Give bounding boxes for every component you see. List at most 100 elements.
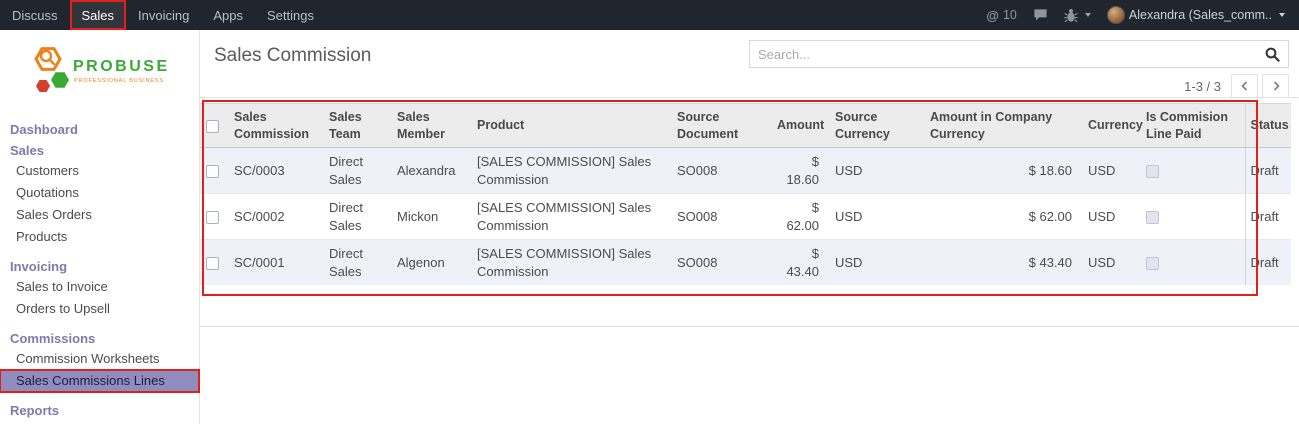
topbar-menu-sales[interactable]: Sales <box>70 0 127 30</box>
topbar-menu-invoicing[interactable]: Invoicing <box>126 0 201 30</box>
topbar: DiscussSalesInvoicingAppsSettings @ 10 <box>0 0 1299 30</box>
is-paid-checkbox[interactable] <box>1146 165 1159 178</box>
sidebar-heading-invoicing[interactable]: Invoicing <box>0 257 199 276</box>
bug-icon <box>1064 8 1078 23</box>
probuse-logo-graphic: PROBUSE PROFESSIONAL BUSINESS <box>26 42 186 100</box>
sidebar-heading-commissions[interactable]: Commissions <box>0 329 199 348</box>
row-select-checkbox[interactable] <box>206 211 219 224</box>
search-icon[interactable] <box>1265 47 1280 62</box>
page-body: PROBUSE PROFESSIONAL BUSINESS DashboardS… <box>0 30 1299 424</box>
sidebar-item-products[interactable]: Products <box>0 226 199 248</box>
col-header-sales-commission[interactable]: Sales Commission <box>226 104 321 148</box>
mention-count: 10 <box>1003 8 1017 22</box>
search-input[interactable] <box>758 47 1265 62</box>
select-all-cell <box>200 104 226 148</box>
is-paid-cell <box>1138 194 1245 240</box>
topbar-menu: DiscussSalesInvoicingAppsSettings <box>0 0 326 30</box>
user-menu[interactable]: Alexandra (Sales_comm.. <box>1107 6 1285 24</box>
topbar-menu-settings[interactable]: Settings <box>255 0 326 30</box>
pager-previous-button[interactable] <box>1231 74 1258 98</box>
cell-product: [SALES COMMISSION] Sales Commission <box>469 240 669 286</box>
cell-source-document: SO008 <box>669 240 769 286</box>
cell-sales-member: Mickon <box>389 194 469 240</box>
logo-title: PROBUSE <box>73 58 170 75</box>
cell-amount: $ 43.40 <box>769 240 827 286</box>
chevron-right-icon <box>1270 80 1282 92</box>
sidebar-nav: DashboardSalesCustomersQuotationsSales O… <box>0 120 199 424</box>
sidebar: PROBUSE PROFESSIONAL BUSINESS Dashboard S… <box>0 30 200 424</box>
avatar <box>1107 6 1125 24</box>
main-content: Sales Commission 1-3 / 3 <box>200 30 1299 424</box>
col-header-amount-in-company-currency[interactable]: Amount in Company Currency <box>922 104 1080 148</box>
col-header-product[interactable]: Product <box>469 104 669 148</box>
cell-product: [SALES COMMISSION] Sales Commission <box>469 194 669 240</box>
cell-status: Draft <box>1245 194 1291 240</box>
cell-sales-commission: SC/0001 <box>226 240 321 286</box>
commission-table: Sales CommissionSales TeamSales MemberPr… <box>200 103 1291 285</box>
cell-currency: USD <box>1080 194 1138 240</box>
col-header-source-document[interactable]: Source Document <box>669 104 769 148</box>
sidebar-heading-dashboard[interactable]: Dashboard <box>0 120 199 139</box>
cell-amount: $ 18.60 <box>769 148 827 194</box>
sidebar-heading-reports[interactable]: Reports <box>0 401 199 420</box>
cell-sales-team: Direct Sales <box>321 194 389 240</box>
col-header-currency[interactable]: Currency <box>1080 104 1138 148</box>
row-select-checkbox[interactable] <box>206 257 219 270</box>
cell-source-document: SO008 <box>669 194 769 240</box>
sidebar-item-quotations[interactable]: Quotations <box>0 182 199 204</box>
sidebar-item-customers[interactable]: Customers <box>0 160 199 182</box>
col-header-is-commision-line-paid[interactable]: Is Commision Line Paid <box>1138 104 1245 148</box>
row-select-cell <box>200 194 226 240</box>
caret-down-icon <box>1085 13 1091 17</box>
mentions-button[interactable]: @ 10 <box>986 8 1017 23</box>
sidebar-heading-sales[interactable]: Sales <box>0 141 199 160</box>
list-view: Sales CommissionSales TeamSales MemberPr… <box>200 103 1299 327</box>
is-paid-checkbox[interactable] <box>1146 257 1159 270</box>
topbar-menu-discuss[interactable]: Discuss <box>0 0 70 30</box>
cell-sales-team: Direct Sales <box>321 240 389 286</box>
sidebar-item-sales-commissions-lines[interactable]: Sales Commissions Lines <box>0 370 199 392</box>
cell-source-currency: USD <box>827 240 922 286</box>
cell-currency: USD <box>1080 240 1138 286</box>
table-row[interactable]: SC/0002Direct SalesMickon[SALES COMMISSI… <box>200 194 1291 240</box>
cell-product: [SALES COMMISSION] Sales Commission <box>469 148 669 194</box>
cell-sales-commission: SC/0003 <box>226 148 321 194</box>
sidebar-item-sales-to-invoice[interactable]: Sales to Invoice <box>0 276 199 298</box>
search-box <box>749 40 1289 68</box>
user-name: Alexandra (Sales_comm.. <box>1129 8 1272 22</box>
messages-button[interactable] <box>1033 8 1048 22</box>
topbar-menu-apps[interactable]: Apps <box>201 0 255 30</box>
col-header-source-currency[interactable]: Source Currency <box>827 104 922 148</box>
col-header-sales-team[interactable]: Sales Team <box>321 104 389 148</box>
pager-next-button[interactable] <box>1262 74 1289 98</box>
table-row[interactable]: SC/0001Direct SalesAlgenon[SALES COMMISS… <box>200 240 1291 286</box>
debug-menu-button[interactable] <box>1064 8 1091 23</box>
select-all-checkbox[interactable] <box>206 120 219 133</box>
cell-source-document: SO008 <box>669 148 769 194</box>
topbar-right: @ 10 Alexandra (Sales_comm.. <box>986 0 1299 30</box>
table-row[interactable]: SC/0003Direct SalesAlexandra[SALES COMMI… <box>200 148 1291 194</box>
chevron-left-icon <box>1239 80 1251 92</box>
cell-amount-in-company-currency: $ 18.60 <box>922 148 1080 194</box>
cell-sales-member: Alexandra <box>389 148 469 194</box>
sidebar-item-sales-orders[interactable]: Sales Orders <box>0 204 199 226</box>
cell-source-currency: USD <box>827 194 922 240</box>
cell-source-currency: USD <box>827 148 922 194</box>
sidebar-item-commission-worksheets[interactable]: Commission Worksheets <box>0 348 199 370</box>
cell-sales-commission: SC/0002 <box>226 194 321 240</box>
row-select-cell <box>200 240 226 286</box>
table-header-row: Sales CommissionSales TeamSales MemberPr… <box>200 104 1291 148</box>
is-paid-checkbox[interactable] <box>1146 211 1159 224</box>
col-header-status[interactable]: Status <box>1245 104 1291 148</box>
col-header-sales-member[interactable]: Sales Member <box>389 104 469 148</box>
cell-status: Draft <box>1245 240 1291 286</box>
cell-status: Draft <box>1245 148 1291 194</box>
pager: 1-3 / 3 <box>214 74 1289 98</box>
sidebar-item-sales[interactable]: Sales <box>0 420 199 424</box>
col-header-amount[interactable]: Amount <box>769 104 827 148</box>
cell-sales-team: Direct Sales <box>321 148 389 194</box>
row-select-cell <box>200 148 226 194</box>
sidebar-item-orders-to-upsell[interactable]: Orders to Upsell <box>0 298 199 320</box>
is-paid-cell <box>1138 240 1245 286</box>
row-select-checkbox[interactable] <box>206 165 219 178</box>
